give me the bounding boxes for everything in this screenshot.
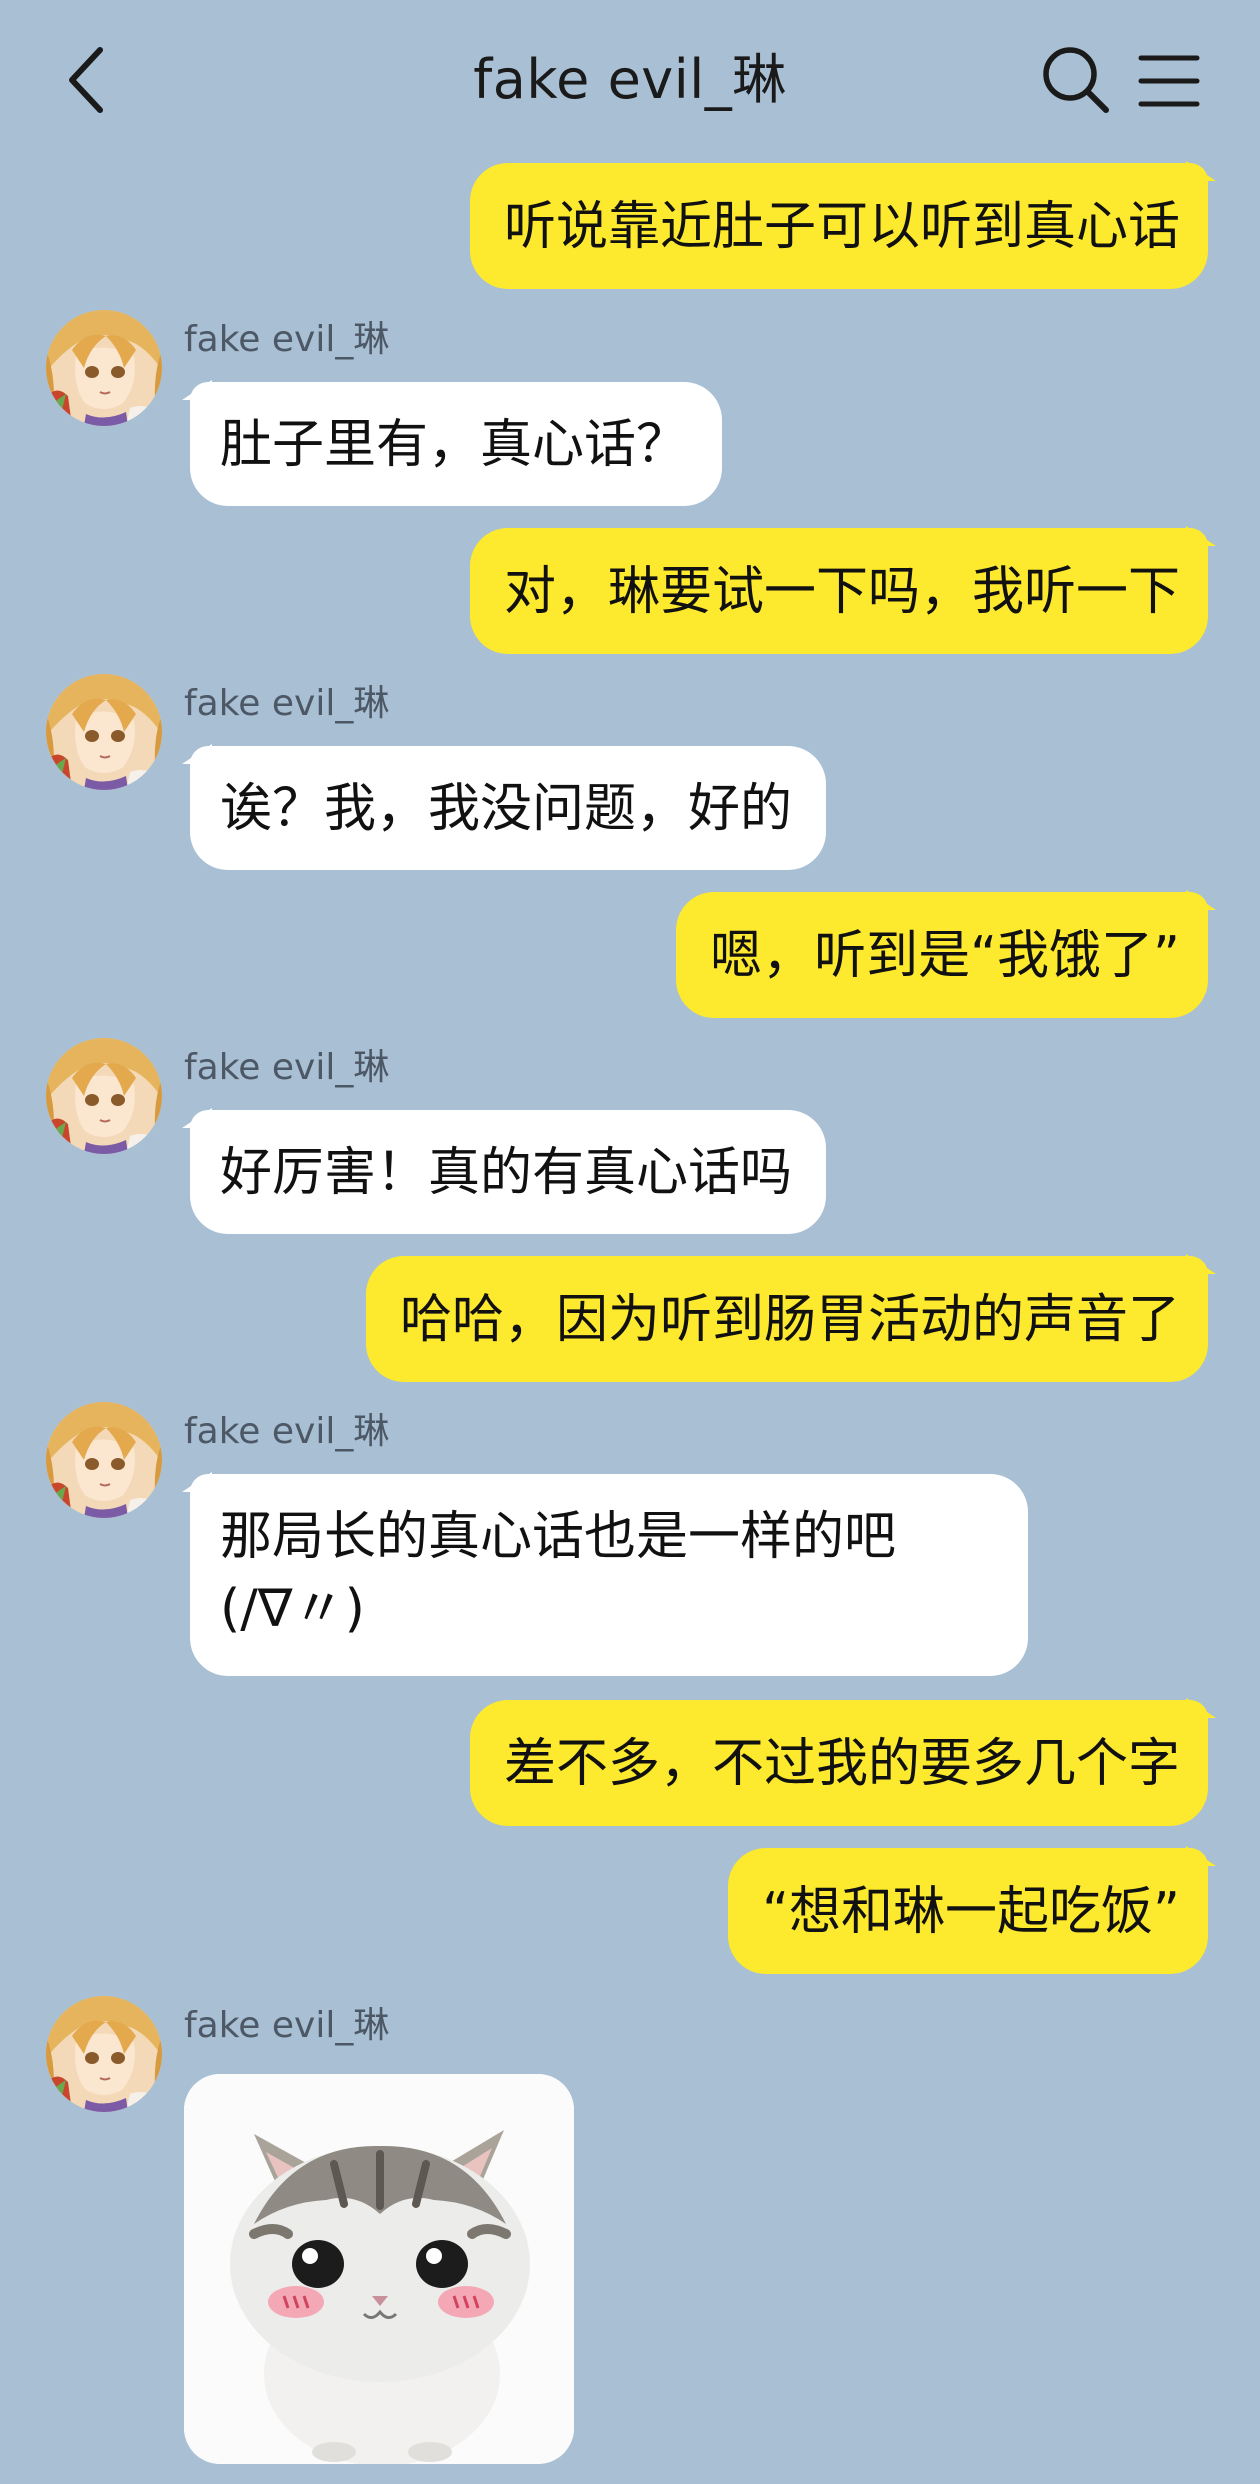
- received-message-bubble[interactable]: 肚子里有，真心话？: [181, 380, 723, 506]
- sent-message-bubble[interactable]: 差不多，不过我的要多几个字: [469, 1698, 1217, 1826]
- search-icon: [1043, 47, 1109, 113]
- avatar-image: [46, 1996, 162, 2112]
- sent-message-bubble[interactable]: 对，琳要试一下吗，我听一下: [469, 526, 1217, 654]
- search-button[interactable]: [1040, 44, 1112, 116]
- contact-avatar[interactable]: [46, 310, 162, 426]
- sent-message-bubble[interactable]: 听说靠近肚子可以听到真心话: [469, 161, 1217, 289]
- sent-message-bubble[interactable]: “想和琳一起吃饭”: [728, 1846, 1216, 1974]
- contact-avatar[interactable]: [46, 1996, 162, 2112]
- blushing-cat-sticker: [184, 2074, 574, 2464]
- sender-name: fake evil_琳: [184, 2005, 390, 2046]
- received-message-bubble[interactable]: 那局长的真心话也是一样的吧 (/∇〃): [182, 1472, 1028, 1676]
- contact-avatar[interactable]: [46, 1038, 162, 1154]
- hamburger-menu-icon: [1138, 55, 1200, 107]
- sender-name: fake evil_琳: [184, 319, 390, 360]
- menu-button[interactable]: [1138, 50, 1200, 112]
- sender-name: fake evil_琳: [184, 1411, 390, 1452]
- sender-name: fake evil_琳: [184, 683, 390, 724]
- message-line: (/∇〃): [220, 1579, 365, 1639]
- sender-name: fake evil_琳: [184, 1047, 390, 1088]
- contact-avatar[interactable]: [46, 1402, 162, 1518]
- sent-message-bubble[interactable]: 嗯，听到是“我饿了”: [676, 890, 1216, 1018]
- sent-message-bubble[interactable]: 哈哈，因为听到肠胃活动的声音了: [365, 1254, 1217, 1382]
- avatar-image: [46, 1402, 162, 1518]
- avatar-image: [46, 1038, 162, 1154]
- contact-avatar[interactable]: [46, 674, 162, 790]
- avatar-image: [46, 674, 162, 790]
- received-message-bubble[interactable]: 诶？我，我没问题，好的: [181, 744, 827, 870]
- received-message-bubble[interactable]: 好厉害！真的有真心话吗: [181, 1108, 827, 1234]
- chat-header: fake evil_琳: [0, 0, 1260, 160]
- cat-sticker-message[interactable]: [184, 2074, 574, 2464]
- message-line: 那局长的真心话也是一样的吧: [220, 1507, 897, 1567]
- avatar-image: [46, 310, 162, 426]
